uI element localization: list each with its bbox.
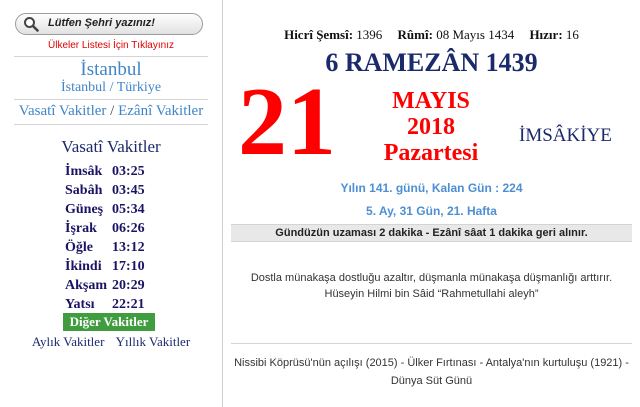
prayer-time-row: Güneş 05:34 (65, 202, 165, 221)
vasati-times-link[interactable]: Vasatî Vakitler (19, 103, 107, 119)
yearly-times-link[interactable]: Yıllık Vakitler (116, 334, 191, 349)
prayer-time-row: İmsâk 03:25 (65, 164, 165, 183)
prayer-time-row: İkindi 17:10 (65, 259, 165, 278)
hizir-label: Hızır: (529, 27, 563, 42)
prayer-time-row: İşrak 06:26 (65, 221, 165, 240)
prayer-name: İşrak (65, 221, 97, 236)
prayer-time: 03:25 (112, 164, 145, 179)
imsakiye-link[interactable]: İMSÂKİYE (519, 125, 612, 147)
city-name-link[interactable]: İstanbul (0, 59, 222, 81)
year: 2018 (407, 114, 455, 140)
prayer-time: 20:29 (112, 278, 145, 293)
quote-text: Dostla münakaşa dostluğu azaltır, düşman… (250, 272, 613, 284)
prayer-time: 05:34 (112, 202, 145, 217)
search-input[interactable]: Lütfen Şehri yazınız! (48, 17, 155, 29)
ezani-times-link[interactable]: Ezânî Vakitler (118, 103, 203, 119)
calendar-header: Hicrî Şemsî: 1396 Rûmî: 08 Mayıs 1434 Hı… (223, 27, 640, 43)
monthly-times-link[interactable]: Aylık Vakitler (32, 334, 105, 349)
rumi-label: Rûmî: (397, 27, 433, 42)
prayer-times-list: İmsâk 03:25 Sabâh 03:45 Güneş 05:34 İşrak 06… (65, 164, 165, 316)
prayer-name: İkindi (65, 259, 102, 274)
divider (231, 343, 632, 344)
country-list-link[interactable]: Ülkeler Listesi İçin Tıklayınız (0, 40, 222, 51)
hizir-value: 16 (565, 27, 579, 42)
prayer-time-row: Akşam 20:29 (65, 278, 165, 297)
prayer-time: 06:26 (112, 221, 145, 236)
city-country-link[interactable]: İstanbul / Türkiye (0, 80, 222, 96)
times-section-title: Vasatî Vakitler (61, 137, 161, 156)
prayer-name: Yatsı (65, 297, 95, 312)
other-times-button[interactable]: Diğer Vakitler (63, 313, 155, 331)
month-name: MAYIS (392, 88, 470, 114)
prayer-time-row: Öğle 13:12 (65, 240, 165, 259)
divider (14, 124, 208, 125)
historical-events: Nissibi Köprüsü'nün açılışı (2015) - Ülk… (234, 357, 629, 387)
hijri-shamsi-value: 1396 (356, 27, 383, 42)
prayer-name: İmsâk (65, 164, 103, 179)
month-year-weekday: MAYIS 2018 Pazartesi (375, 88, 487, 166)
sidebar: Lütfen Şehri yazınız! Ülkeler Listesi İç… (0, 0, 223, 407)
quote-author: Hüseyin Hilmi bin Sâid “Rahmetullahi ale… (324, 288, 539, 300)
calendar-panel: Hicrî Şemsî: 1396 Rûmî: 08 Mayıs 1434 Hı… (223, 0, 640, 407)
hijri-shamsi-label: Hicrî Şemsî: (284, 27, 354, 42)
day-number: 21 (238, 68, 336, 176)
prayer-time: 13:12 (112, 240, 145, 255)
day-length-info: Gündüzün uzaması 2 dakika - Ezânî sâat 1… (231, 224, 632, 242)
city-search-box[interactable]: Lütfen Şehri yazınız! (15, 13, 203, 35)
year-day-info: Yılın 141. günü, Kalan Gün : 224 (340, 181, 523, 195)
prayer-name: Öğle (65, 240, 93, 255)
search-icon (24, 17, 39, 32)
prayer-time: 03:45 (112, 183, 145, 198)
daily-quote: Dostla münakaşa dostluğu azaltır, düşman… (231, 270, 632, 302)
prayer-time: 17:10 (112, 259, 145, 274)
prayer-time: 22:21 (112, 297, 145, 312)
rumi-value: 08 Mayıs 1434 (436, 27, 515, 42)
prayer-name: Sabâh (65, 183, 103, 198)
prayer-name: Akşam (65, 278, 108, 293)
week-info: 5. Ay, 31 Gün, 21. Hafta (366, 204, 497, 218)
prayer-name: Güneş (65, 202, 104, 217)
divider (14, 99, 208, 100)
divider (14, 56, 208, 57)
prayer-time-row: Sabâh 03:45 (65, 183, 165, 202)
mode-separator: / (110, 103, 115, 119)
weekday: Pazartesi (383, 140, 479, 166)
time-mode-switch: Vasatî Vakitler / Ezânî Vakitler (0, 103, 222, 120)
period-links: Aylık Vakitler Yıllık Vakitler (0, 334, 222, 350)
